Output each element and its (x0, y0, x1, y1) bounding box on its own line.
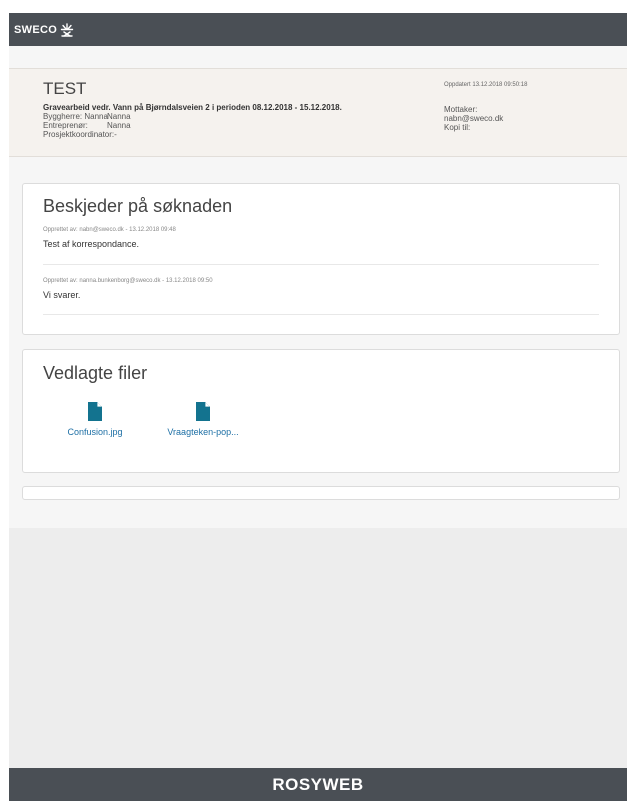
byggherre-row: Byggherre: Nanna Nanna (43, 112, 131, 121)
messages-card: Beskjeder på søknaden Opprettet av: nabn… (22, 183, 620, 335)
entreprenor-label: Entreprenør: (43, 121, 88, 130)
message-text: Test af korrespondance. (43, 239, 140, 249)
message-meta: Opprettet av: nabn@sweco.dk - 13.12.2018… (43, 227, 176, 233)
empty-card (22, 486, 620, 500)
footer-bar: ROSYWEB (9, 768, 627, 801)
messages-title: Beskjeder på søknaden (43, 196, 233, 216)
attachment-item[interactable]: Confusion.jpg (45, 402, 145, 437)
sweco-logo-icon (60, 22, 74, 37)
application-header: TEST Gravearbeid vedr. Vann på Bjørndals… (9, 68, 627, 157)
mottaker-value[interactable]: nabn@sweco.dk (444, 114, 503, 123)
file-icon (196, 402, 210, 421)
attachment-item[interactable]: Vraagteken-pop... (153, 402, 253, 437)
attachment-name[interactable]: Vraagteken-pop... (153, 427, 253, 437)
footer-brand: ROSYWEB (272, 774, 364, 794)
attachments-title: Vedlagte filer (43, 363, 148, 383)
application-title: TEST (43, 79, 87, 98)
updated-timestamp: Oppdatert 13.12.2018 09:50:18 (444, 82, 528, 88)
attachments-card: Vedlagte filer Confusion.jpg Vraagteken-… (22, 349, 620, 473)
message-meta: Opprettet av: nanna.bunkenborg@sweco.dk … (43, 278, 213, 284)
message-text: Vi svarer. (43, 290, 81, 300)
top-bar: SWECO (9, 13, 627, 46)
prosjektkoordinator-row: Prosjektkoordinator:- (43, 130, 117, 139)
entreprenor-value: Nanna (107, 121, 131, 130)
attachment-name[interactable]: Confusion.jpg (45, 427, 145, 437)
mottaker-label: Mottaker: (444, 105, 478, 114)
sweco-logo[interactable]: SWECO (14, 22, 74, 37)
entreprenor-row: Entreprenør: Nanna (43, 121, 131, 130)
message-divider (43, 314, 599, 315)
app-frame: SWECO TEST Gravearbeid vedr. Vann på Bjø… (9, 13, 627, 801)
file-icon (88, 402, 102, 421)
byggherre-label: Byggherre: Nanna (43, 112, 108, 121)
application-description: Gravearbeid vedr. Vann på Bjørndalsveien… (43, 103, 342, 112)
byggherre-value: Nanna (107, 112, 131, 121)
kopi-label: Kopi til: (444, 123, 471, 132)
logo-text: SWECO (14, 23, 58, 36)
message-divider (43, 264, 599, 265)
